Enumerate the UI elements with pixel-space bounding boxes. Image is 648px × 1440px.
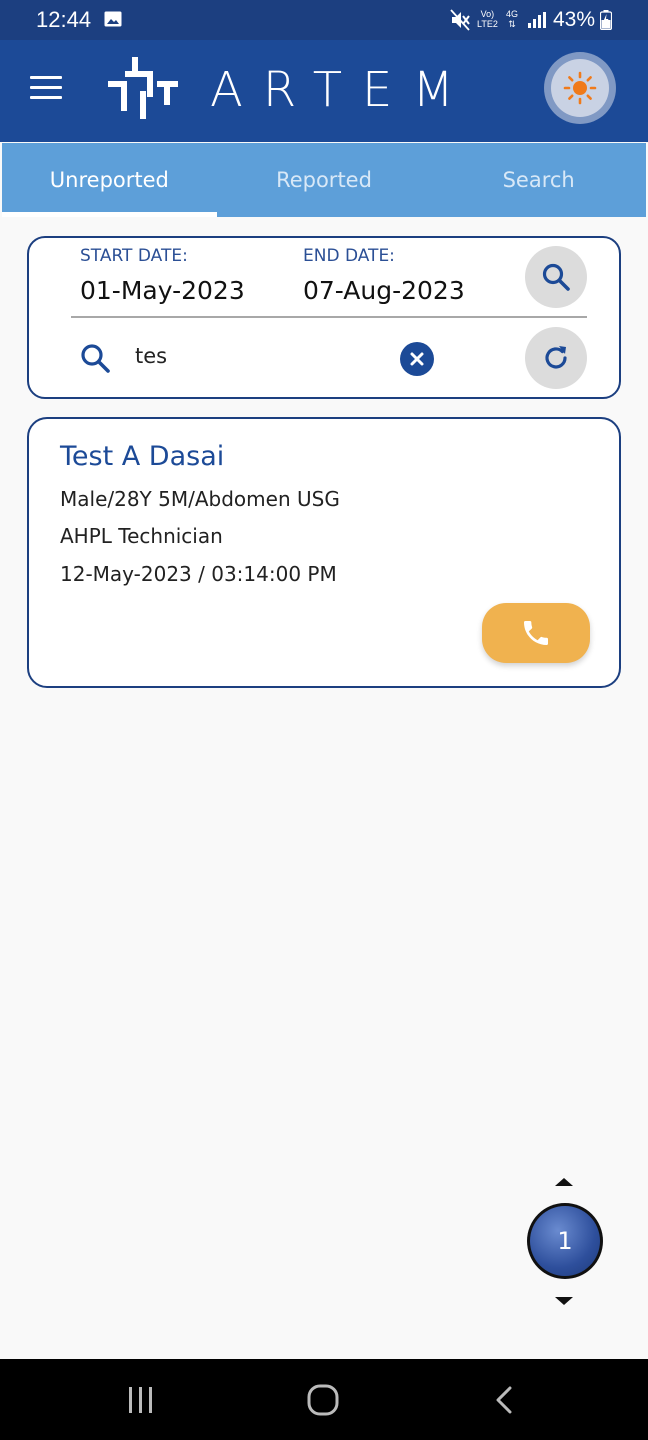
phone-icon (524, 621, 548, 645)
volte-indicator: Vo) LTE2 (477, 9, 498, 29)
refresh-button[interactable] (525, 327, 587, 389)
mute-icon (450, 9, 470, 31)
divider (71, 316, 587, 318)
page-number: 1 (530, 1206, 600, 1276)
tab-reported[interactable]: Reported (217, 143, 432, 217)
end-date-value[interactable]: 07-Aug-2023 (303, 276, 465, 305)
page-up-arrow-icon[interactable] (555, 1176, 573, 1188)
app-bar: ARTEM (0, 40, 648, 142)
end-date-label: END DATE: (303, 246, 395, 266)
tab-search[interactable]: Search (431, 143, 646, 217)
image-icon (104, 11, 122, 27)
battery-icon (600, 10, 612, 30)
page-down-arrow-icon[interactable] (555, 1295, 573, 1307)
data-arrows-icon: ⇅ (508, 19, 516, 29)
clear-icon (410, 352, 424, 366)
filter-card: START DATE: 01-May-2023 END DATE: 07-Aug… (27, 236, 621, 399)
start-date-label: START DATE: (80, 246, 188, 266)
tab-bar: Unreported Reported Search (2, 143, 646, 217)
search-input[interactable] (135, 338, 385, 374)
home-icon[interactable] (306, 1383, 340, 1417)
back-icon[interactable] (492, 1385, 516, 1415)
theme-toggle-button[interactable] (544, 52, 616, 124)
refresh-icon (545, 346, 567, 369)
study-datetime: 12-May-2023 / 03:14:00 PM (60, 562, 337, 586)
page-indicator: 1 (527, 1203, 603, 1279)
technician-name: AHPL Technician (60, 524, 223, 548)
result-card[interactable]: Test A Dasai Male/28Y 5M/Abdomen USG AHP… (27, 417, 621, 688)
tab-unreported[interactable]: Unreported (2, 143, 217, 217)
clear-search-button[interactable] (400, 342, 434, 376)
app-logo: ARTEM (108, 54, 488, 124)
status-time: 12:44 (36, 7, 92, 32)
lte-label: LTE2 (477, 19, 498, 29)
recent-apps-icon[interactable] (126, 1385, 156, 1415)
network-type: 4G ⇅ (506, 9, 518, 29)
brand-name: ARTEM (210, 62, 474, 118)
sun-icon (563, 71, 597, 105)
menu-icon (30, 76, 64, 99)
menu-button[interactable] (30, 76, 64, 102)
patient-name: Test A Dasai (60, 441, 225, 472)
logo-mark (108, 57, 178, 119)
battery-percent: 43% (553, 8, 596, 31)
search-icon (542, 263, 570, 291)
search-field-icon (81, 344, 110, 373)
signal-icon (528, 12, 546, 28)
network-type-label: 4G (506, 9, 519, 19)
call-button[interactable] (482, 603, 590, 663)
study-details: Male/28Y 5M/Abdomen USG (60, 487, 340, 511)
search-button[interactable] (525, 246, 587, 308)
volte-label: Vo) (480, 9, 495, 19)
start-date-value[interactable]: 01-May-2023 (80, 276, 245, 305)
status-bar: 12:44 Vo) LTE2 4G ⇅ 43% (0, 0, 648, 40)
system-nav-bar (0, 1359, 648, 1440)
